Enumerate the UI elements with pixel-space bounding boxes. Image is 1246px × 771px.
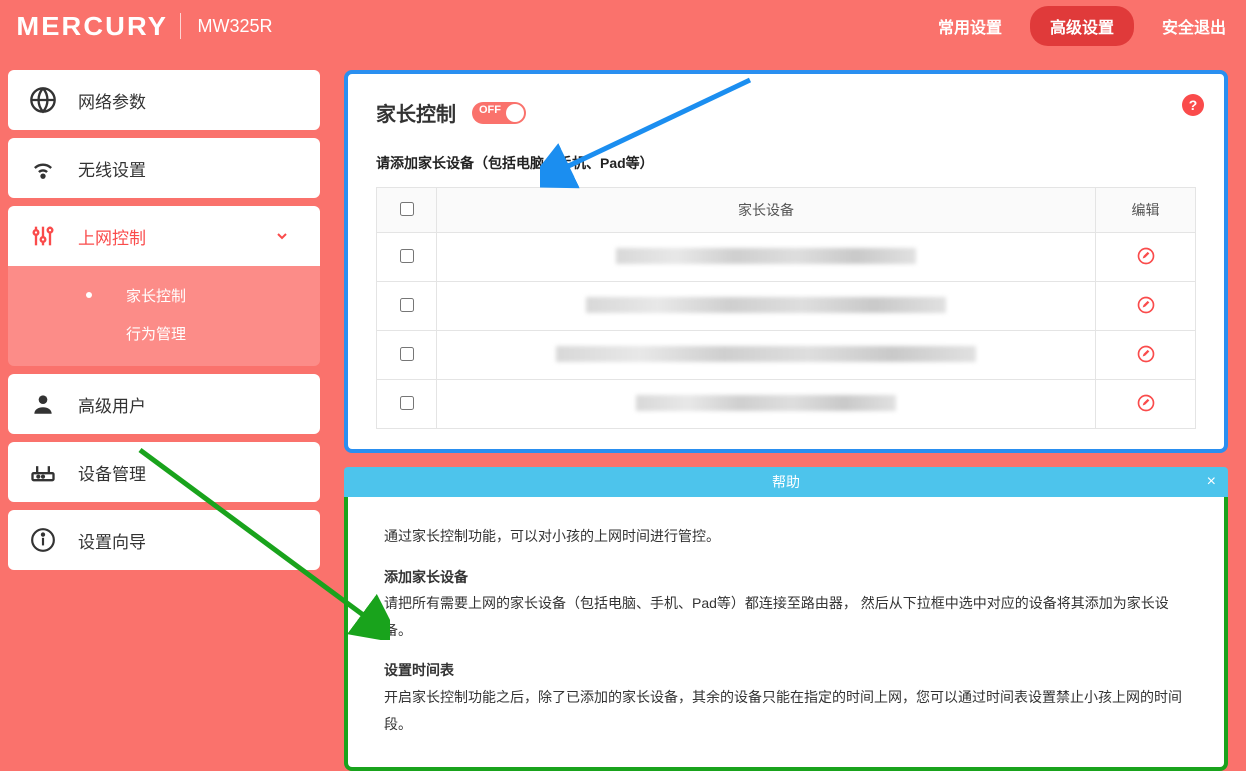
row-checkbox[interactable] <box>400 396 414 410</box>
device-cell <box>437 380 1096 429</box>
help-p1: 通过家长控制功能，可以对小孩的上网时间进行管控。 <box>384 523 1188 550</box>
row-checkbox[interactable] <box>400 298 414 312</box>
user-icon <box>8 391 78 417</box>
sidebar-sub-parental[interactable]: 家长控制 <box>8 276 320 314</box>
sidebar-label-wireless: 无线设置 <box>78 156 146 181</box>
toggle-knob <box>506 104 524 122</box>
help-t1: 添加家长设备 <box>384 564 1188 591</box>
main-content: 家长控制 OFF ? 请添加家长设备（包括电脑、手机、Pad等） 家长设备 编辑 <box>320 70 1228 771</box>
sidebar-item-advanced-user[interactable]: 高级用户 <box>8 374 320 434</box>
globe-icon <box>8 86 78 114</box>
instruction-text: 请添加家长设备（包括电脑、手机、Pad等） <box>376 153 1196 173</box>
device-cell <box>437 331 1096 380</box>
sidebar-label-access: 上网控制 <box>78 224 146 249</box>
sidebar-label-device: 设备管理 <box>78 460 146 485</box>
brand-logo: MERCURY <box>16 11 168 42</box>
sidebar-label-network: 网络参数 <box>78 88 146 113</box>
edit-icon[interactable] <box>1135 294 1157 316</box>
device-cell <box>437 233 1096 282</box>
help-p3: 开启家长控制功能之后，除了已添加的家长设备，其余的设备只能在指定的时间上网，您可… <box>384 684 1188 737</box>
nav-basic-settings[interactable]: 常用设置 <box>938 14 1002 38</box>
table-row <box>377 233 1196 282</box>
toggle-off-label: OFF <box>479 104 501 116</box>
select-all-checkbox[interactable] <box>400 202 414 216</box>
sidebar-item-wireless[interactable]: 无线设置 <box>8 138 320 198</box>
sliders-icon <box>8 222 78 250</box>
nav-logout[interactable]: 安全退出 <box>1162 14 1226 38</box>
table-row <box>377 282 1196 331</box>
help-icon[interactable]: ? <box>1182 94 1204 116</box>
help-t2: 设置时间表 <box>384 657 1188 684</box>
sidebar-label-advuser: 高级用户 <box>78 392 146 417</box>
divider <box>180 13 181 39</box>
edit-icon[interactable] <box>1135 392 1157 414</box>
parental-control-card: 家长控制 OFF ? 请添加家长设备（包括电脑、手机、Pad等） 家长设备 编辑 <box>344 70 1228 453</box>
edit-icon[interactable] <box>1135 245 1157 267</box>
sidebar-label-wizard: 设置向导 <box>78 528 146 553</box>
parental-toggle[interactable]: OFF <box>472 102 526 124</box>
router-icon <box>8 458 78 486</box>
col-select <box>377 188 437 233</box>
info-icon <box>8 527 78 553</box>
device-table: 家长设备 编辑 <box>376 187 1196 429</box>
panel-title: 家长控制 <box>376 98 456 127</box>
sidebar-access-subgroup: 家长控制 行为管理 <box>8 266 320 366</box>
sidebar-sub-label-behavior: 行为管理 <box>126 323 186 344</box>
help-bar-title: 帮助 <box>772 472 800 492</box>
chevron-down-icon <box>274 228 290 244</box>
sidebar-sub-behavior[interactable]: 行为管理 <box>8 314 320 352</box>
sidebar: 网络参数 无线设置 上网控制 家长控制 行为管理 <box>0 70 320 771</box>
help-box: 通过家长控制功能，可以对小孩的上网时间进行管控。 添加家长设备 请把所有需要上网… <box>344 497 1228 771</box>
nav-advanced-settings[interactable]: 高级设置 <box>1030 6 1134 46</box>
help-p2: 请把所有需要上网的家长设备（包括电脑、手机、Pad等）都连接至路由器， 然后从下… <box>384 590 1188 643</box>
table-row <box>377 380 1196 429</box>
col-edit-header: 编辑 <box>1096 188 1196 233</box>
sidebar-item-device-mgmt[interactable]: 设备管理 <box>8 442 320 502</box>
row-checkbox[interactable] <box>400 249 414 263</box>
edit-icon[interactable] <box>1135 343 1157 365</box>
row-checkbox[interactable] <box>400 347 414 361</box>
model-label: MW325R <box>197 16 272 37</box>
app-header: MERCURY MW325R 常用设置 高级设置 安全退出 <box>0 0 1246 52</box>
sidebar-item-wizard[interactable]: 设置向导 <box>8 510 320 570</box>
table-row <box>377 331 1196 380</box>
sidebar-sub-label-parental: 家长控制 <box>126 285 186 306</box>
sidebar-item-network[interactable]: 网络参数 <box>8 70 320 130</box>
col-device-header: 家长设备 <box>437 188 1096 233</box>
help-bar: 帮助 × <box>344 467 1228 497</box>
wifi-icon <box>8 154 78 182</box>
close-icon[interactable]: × <box>1207 473 1216 491</box>
device-cell <box>437 282 1096 331</box>
bullet-icon <box>86 292 92 298</box>
sidebar-item-access-control[interactable]: 上网控制 <box>8 206 320 266</box>
